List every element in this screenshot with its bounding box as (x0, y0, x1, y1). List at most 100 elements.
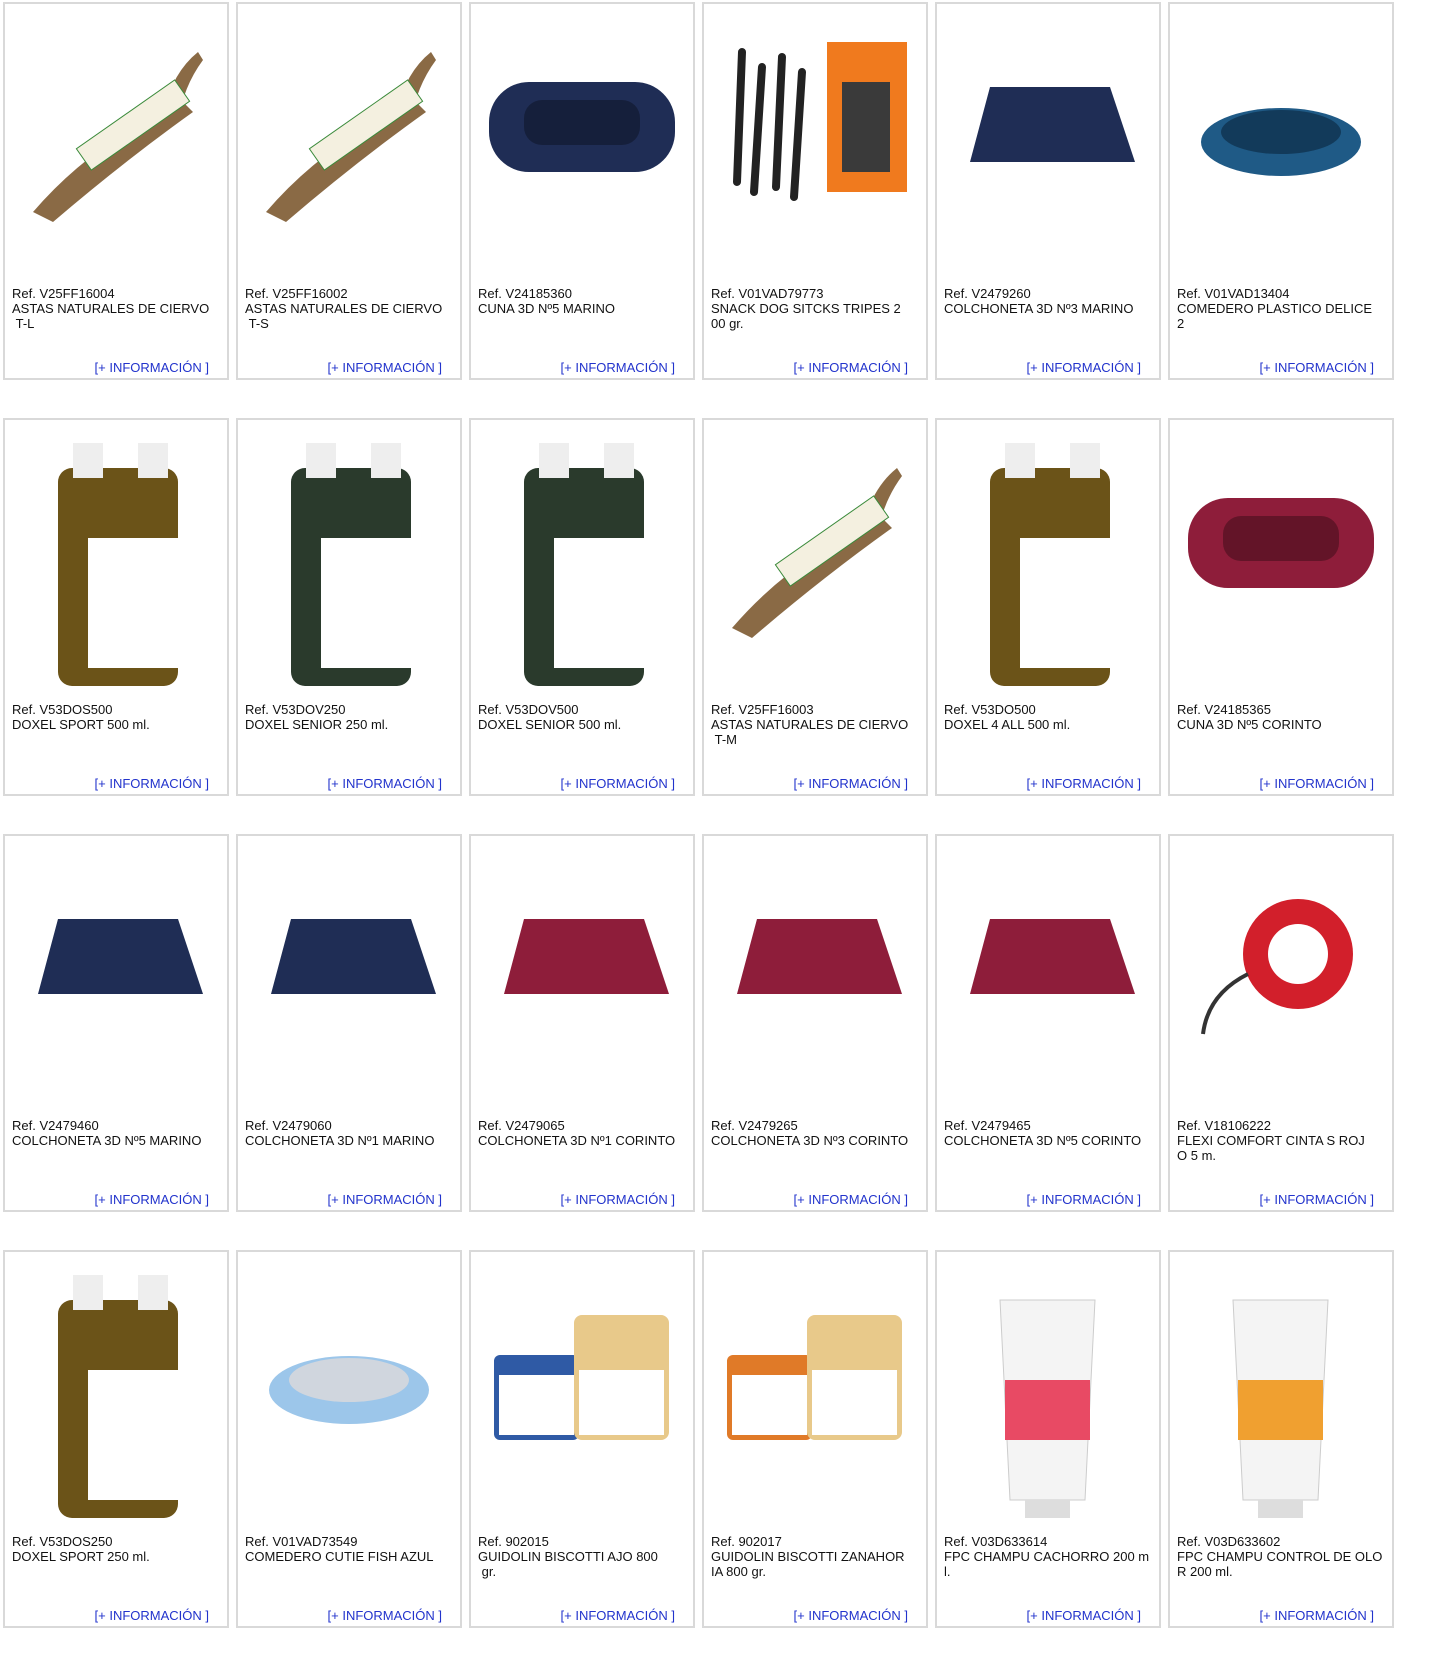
antler-icon (33, 52, 203, 222)
product-image[interactable] (1178, 1260, 1384, 1518)
product-name: FPC CHAMPU CACHORRO 200 m l. (944, 1549, 1150, 1579)
product-card[interactable]: Ref. V18106222 FLEXI COMFORT CINTA S ROJ… (1168, 834, 1394, 1212)
more-info-link[interactable]: [+ INFORMACIÓN ] (95, 776, 209, 791)
product-ref: Ref. V24185365 (1177, 702, 1271, 717)
more-info-link[interactable]: [+ INFORMACIÓN ] (95, 360, 209, 375)
product-card[interactable]: Ref. V2479260 COLCHONETA 3D Nº3 MARINO [… (935, 2, 1161, 380)
product-image[interactable] (1178, 12, 1384, 270)
more-info-link[interactable]: [+ INFORMACIÓN ] (328, 1608, 442, 1623)
more-info-link[interactable]: [+ INFORMACIÓN ] (794, 1192, 908, 1207)
more-info-link[interactable]: [+ INFORMACIÓN ] (1260, 360, 1374, 375)
product-row: Ref. V2479460 COLCHONETA 3D Nº5 MARINO [… (3, 834, 1448, 1216)
product-image[interactable] (246, 428, 452, 686)
more-info-link[interactable]: [+ INFORMACIÓN ] (794, 360, 908, 375)
more-info-link[interactable]: [+ INFORMACIÓN ] (95, 1608, 209, 1623)
product-card[interactable]: Ref. V01VAD73549 COMEDERO CUTIE FISH AZU… (236, 1250, 462, 1628)
product-image[interactable] (13, 12, 219, 270)
product-ref: Ref. V53DO500 (944, 702, 1036, 717)
product-card[interactable]: Ref. V53DOV500 DOXEL SENIOR 500 ml. [+ I… (469, 418, 695, 796)
product-card[interactable]: Ref. 902017 GUIDOLIN BISCOTTI ZANAHOR IA… (702, 1250, 928, 1628)
product-card[interactable]: Ref. V25FF16004 ASTAS NATURALES DE CIERV… (3, 2, 229, 380)
more-info-link[interactable]: [+ INFORMACIÓN ] (328, 1192, 442, 1207)
more-info-link[interactable]: [+ INFORMACIÓN ] (1260, 1608, 1374, 1623)
more-info-link[interactable]: [+ INFORMACIÓN ] (1027, 360, 1141, 375)
product-card[interactable]: Ref. V53DOS250 DOXEL SPORT 250 ml. [+ IN… (3, 1250, 229, 1628)
more-info-link[interactable]: [+ INFORMACIÓN ] (1027, 1192, 1141, 1207)
product-card[interactable]: Ref. V25FF16003 ASTAS NATURALES DE CIERV… (702, 418, 928, 796)
product-card[interactable]: Ref. V2479460 COLCHONETA 3D Nº5 MARINO [… (3, 834, 229, 1212)
product-image[interactable] (945, 844, 1151, 1102)
product-image[interactable] (945, 1260, 1151, 1518)
product-ref: Ref. V03D633602 (1177, 1534, 1281, 1549)
product-name: DOXEL SENIOR 500 ml. (478, 717, 622, 732)
product-card[interactable]: Ref. V24185360 CUNA 3D Nº5 MARINO [+ INF… (469, 2, 695, 380)
product-card[interactable]: Ref. V53DOS500 DOXEL SPORT 500 ml. [+ IN… (3, 418, 229, 796)
more-info-link[interactable]: [+ INFORMACIÓN ] (794, 1608, 908, 1623)
more-info-link[interactable]: [+ INFORMACIÓN ] (328, 776, 442, 791)
more-info-link[interactable]: [+ INFORMACIÓN ] (1027, 1608, 1141, 1623)
more-info-link[interactable]: [+ INFORMACIÓN ] (794, 776, 908, 791)
product-name: COLCHONETA 3D Nº5 MARINO (12, 1133, 202, 1148)
more-info-link[interactable]: [+ INFORMACIÓN ] (1027, 776, 1141, 791)
product-ref: Ref. V03D633614 (944, 1534, 1048, 1549)
product-card[interactable]: Ref. V53DO500 DOXEL 4 ALL 500 ml. [+ INF… (935, 418, 1161, 796)
product-ref: Ref. V01VAD13404 (1177, 286, 1290, 301)
product-name: COMEDERO PLASTICO DELICE 2 (1177, 301, 1373, 331)
more-info-link[interactable]: [+ INFORMACIÓN ] (328, 360, 442, 375)
product-card[interactable]: Ref. V24185365 CUNA 3D Nº5 CORINTO [+ IN… (1168, 418, 1394, 796)
product-name: DOXEL SENIOR 250 ml. (245, 717, 389, 732)
product-card[interactable]: Ref. 902015 GUIDOLIN BISCOTTI AJO 800 gr… (469, 1250, 695, 1628)
product-image[interactable] (13, 844, 219, 1102)
more-info-link[interactable]: [+ INFORMACIÓN ] (561, 776, 675, 791)
bottle-icon (524, 443, 644, 686)
product-image[interactable] (712, 428, 918, 686)
product-image[interactable] (1178, 428, 1384, 686)
product-card[interactable]: Ref. V25FF16002 ASTAS NATURALES DE CIERV… (236, 2, 462, 380)
product-ref: Ref. V2479465 (944, 1118, 1031, 1133)
product-image[interactable] (945, 12, 1151, 270)
product-image[interactable] (712, 12, 918, 270)
product-image[interactable] (246, 844, 452, 1102)
product-ref: Ref. V25FF16004 (12, 286, 115, 301)
product-name: DOXEL SPORT 500 ml. (12, 717, 150, 732)
more-info-link[interactable]: [+ INFORMACIÓN ] (561, 360, 675, 375)
product-image[interactable] (479, 1260, 685, 1518)
product-image[interactable] (712, 844, 918, 1102)
product-name: COLCHONETA 3D Nº3 MARINO (944, 301, 1134, 316)
product-image[interactable] (246, 12, 452, 270)
dog-bed-icon (1188, 498, 1374, 588)
product-image[interactable] (13, 1260, 219, 1518)
product-image[interactable] (479, 428, 685, 686)
product-card[interactable]: Ref. V2479060 COLCHONETA 3D Nº1 MARINO [… (236, 834, 462, 1212)
product-card[interactable]: Ref. V01VAD79773 SNACK DOG SITCKS TRIPES… (702, 2, 928, 380)
product-ref: Ref. V53DOS250 (12, 1534, 113, 1549)
more-info-link[interactable]: [+ INFORMACIÓN ] (561, 1192, 675, 1207)
more-info-link[interactable]: [+ INFORMACIÓN ] (1260, 1192, 1374, 1207)
product-card[interactable]: Ref. V2479465 COLCHONETA 3D Nº5 CORINTO … (935, 834, 1161, 1212)
product-name: COMEDERO CUTIE FISH AZUL (245, 1549, 434, 1564)
product-name: ASTAS NATURALES DE CIERVO T-S (245, 301, 443, 331)
product-name: DOXEL SPORT 250 ml. (12, 1549, 150, 1564)
product-image[interactable] (1178, 844, 1384, 1102)
product-name: CUNA 3D Nº5 CORINTO (1177, 717, 1322, 732)
treat-tub-icon (494, 1315, 669, 1440)
product-image[interactable] (479, 844, 685, 1102)
product-card[interactable]: Ref. V01VAD13404 COMEDERO PLASTICO DELIC… (1168, 2, 1394, 380)
product-image[interactable] (246, 1260, 452, 1518)
product-image[interactable] (712, 1260, 918, 1518)
product-card[interactable]: Ref. V03D633602 FPC CHAMPU CONTROL DE OL… (1168, 1250, 1394, 1628)
more-info-link[interactable]: [+ INFORMACIÓN ] (1260, 776, 1374, 791)
product-image[interactable] (945, 428, 1151, 686)
more-info-link[interactable]: [+ INFORMACIÓN ] (95, 1192, 209, 1207)
product-image[interactable] (479, 12, 685, 270)
product-card[interactable]: Ref. V2479065 COLCHONETA 3D Nº1 CORINTO … (469, 834, 695, 1212)
more-info-link[interactable]: [+ INFORMACIÓN ] (561, 1608, 675, 1623)
product-card[interactable]: Ref. V53DOV250 DOXEL SENIOR 250 ml. [+ I… (236, 418, 462, 796)
product-card[interactable]: Ref. V03D633614 FPC CHAMPU CACHORRO 200 … (935, 1250, 1161, 1628)
product-card[interactable]: Ref. V2479265 COLCHONETA 3D Nº3 CORINTO … (702, 834, 928, 1212)
product-row: Ref. V25FF16004 ASTAS NATURALES DE CIERV… (3, 2, 1448, 384)
product-image[interactable] (13, 428, 219, 686)
product-name: FPC CHAMPU CONTROL DE OLO R 200 ml. (1177, 1549, 1383, 1579)
mattress-icon (970, 87, 1135, 162)
antler-icon (732, 468, 902, 638)
